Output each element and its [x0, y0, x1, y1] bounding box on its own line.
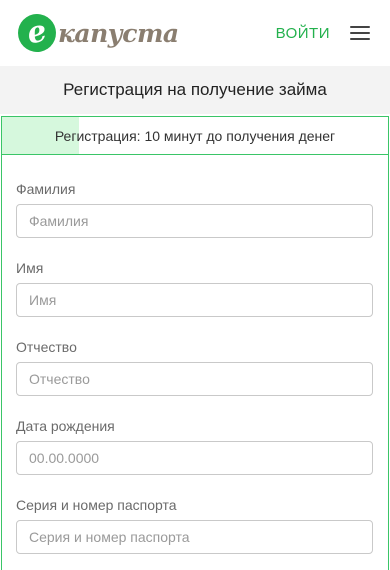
birthdate-field-group: Дата рождения	[16, 418, 373, 475]
login-link[interactable]: ВОЙТИ	[276, 25, 330, 42]
logo-e-icon: e	[14, 10, 60, 56]
menu-line	[350, 38, 370, 40]
birthdate-label: Дата рождения	[16, 418, 115, 434]
passport-field-group: Серия и номер паспорта	[16, 497, 373, 554]
passport-label: Серия и номер паспорта	[16, 497, 177, 513]
form-fields: Фамилия Имя Отчество Дата рождения Серия…	[2, 155, 388, 554]
patronymic-field-group: Отчество	[16, 339, 373, 396]
birthdate-input[interactable]	[16, 441, 373, 475]
name-input[interactable]	[16, 283, 373, 317]
passport-input[interactable]	[16, 520, 373, 554]
surname-input[interactable]	[16, 204, 373, 238]
header-actions: ВОЙТИ	[276, 25, 370, 42]
surname-label: Фамилия	[16, 181, 76, 197]
top-header: e капуста ВОЙТИ	[0, 0, 390, 66]
surname-field-group: Фамилия	[16, 181, 373, 238]
patronymic-input[interactable]	[16, 362, 373, 396]
hamburger-menu-icon[interactable]	[350, 26, 370, 40]
progress-text: Регистрация: 10 минут до получения денег	[54, 127, 336, 144]
name-field-group: Имя	[16, 260, 373, 317]
registration-form: Регистрация: 10 минут до получения денег…	[1, 116, 389, 570]
logo-text: капуста	[58, 18, 179, 48]
page-title: Регистрация на получение займа	[0, 66, 390, 114]
name-label: Имя	[16, 260, 44, 276]
patronymic-label: Отчество	[16, 339, 77, 355]
registration-progress-bar: Регистрация: 10 минут до получения денег	[2, 117, 388, 155]
logo[interactable]: e капуста	[14, 10, 179, 56]
menu-line	[350, 32, 370, 34]
menu-line	[350, 26, 370, 28]
